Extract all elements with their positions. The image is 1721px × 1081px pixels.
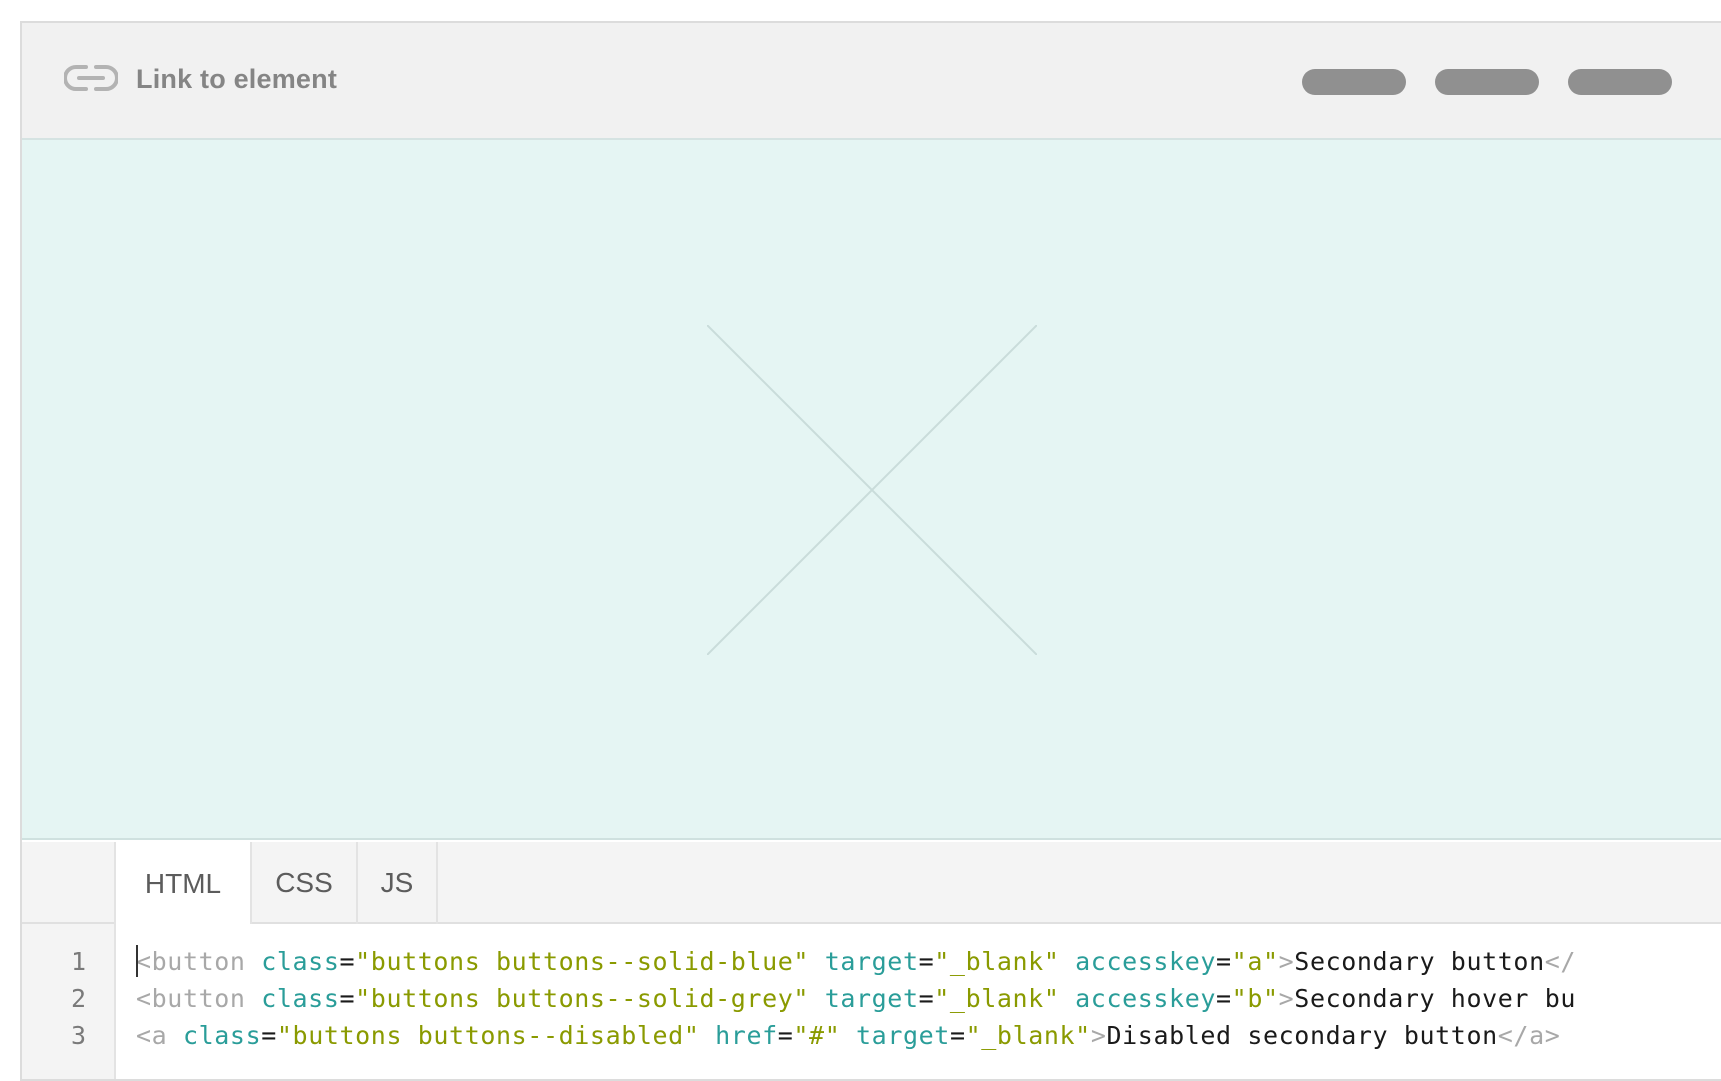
code-token-attr: href [715,1021,778,1050]
code-tabs: HTML CSS JS [22,842,1721,926]
code-token-attr: accesskey [1075,984,1217,1013]
line-number: 3 [70,1021,86,1050]
embed-frame: Link to element HTML CSS JS 1 2 3 <butto… [20,21,1721,1081]
code-token-attr: class [261,984,340,1013]
tab-css[interactable]: CSS [252,842,358,924]
line-number: 2 [70,984,86,1013]
toolbar-pill-2[interactable] [1435,69,1539,95]
embed-header: Link to element [22,23,1721,140]
code-token-eq: = [261,1021,277,1050]
code-token-tag: > [1090,1021,1107,1050]
code-token-text: Secondary button [1294,947,1545,976]
code-token-attr: target [824,984,919,1013]
code-token-tag: <button [136,984,246,1013]
code-token-val: "_blank" [934,947,1060,976]
code-token-tag: </ [1544,947,1577,976]
code-token-eq: = [949,1021,966,1050]
code-token-val: "_blank" [934,984,1060,1013]
code-token-eq: = [1216,984,1232,1013]
code-token-text: Secondary hover bu [1294,984,1577,1013]
code-editor[interactable]: 1 2 3 <button class="buttons buttons--so… [22,924,1721,1079]
tab-js[interactable]: JS [358,842,438,924]
code-token-tag: <button [136,947,246,976]
code-token-val: "_blank" [965,1021,1091,1050]
tab-html[interactable]: HTML [116,842,252,926]
code-token-text: Disabled secondary button [1106,1021,1498,1050]
line-number: 1 [70,947,86,976]
code-token-tag: </a> [1497,1021,1561,1050]
toolbar-pill-1[interactable] [1302,69,1406,95]
code-token-tag: <a [136,1021,168,1050]
toolbar-pill-3[interactable] [1568,69,1672,95]
code-token-attr: class [182,1021,262,1050]
tabbar-gutter [22,842,116,924]
code-token-tag: > [1278,947,1295,976]
code-token-val: "b" [1231,984,1279,1013]
preview-pane [22,140,1721,840]
code-token-attr: class [261,947,340,976]
code-token-val: "a" [1231,947,1279,976]
line-number-gutter: 1 2 3 [22,924,116,1079]
link-icon[interactable] [64,63,118,93]
code-line-2[interactable]: <button class="buttons buttons--solid-gr… [136,984,1576,1013]
code-line-3[interactable]: <a class="buttons buttons--disabled" hre… [136,1021,1560,1050]
code-token-val: "buttons buttons--disabled" [276,1021,700,1050]
code-token-val: "#" [793,1021,841,1050]
code-line-1[interactable]: <button class="buttons buttons--solid-bl… [136,947,1576,976]
code-token-eq: = [339,984,356,1013]
image-placeholder-icon [707,325,1037,655]
code-token-attr: target [824,947,919,976]
code-token-attr: accesskey [1075,947,1217,976]
code-token-val: "buttons buttons--solid-blue" [355,947,810,976]
code-token-eq: = [918,984,935,1013]
code-token-eq: = [339,947,356,976]
code-token-eq: = [918,947,935,976]
text-caret [136,945,138,977]
code-token-val: "buttons buttons--solid-grey" [355,984,810,1013]
code-token-eq: = [777,1021,794,1050]
code-token-attr: target [856,1021,950,1050]
code-token-tag: > [1278,984,1295,1013]
code-token-eq: = [1216,947,1232,976]
link-to-element-label[interactable]: Link to element [136,64,337,95]
